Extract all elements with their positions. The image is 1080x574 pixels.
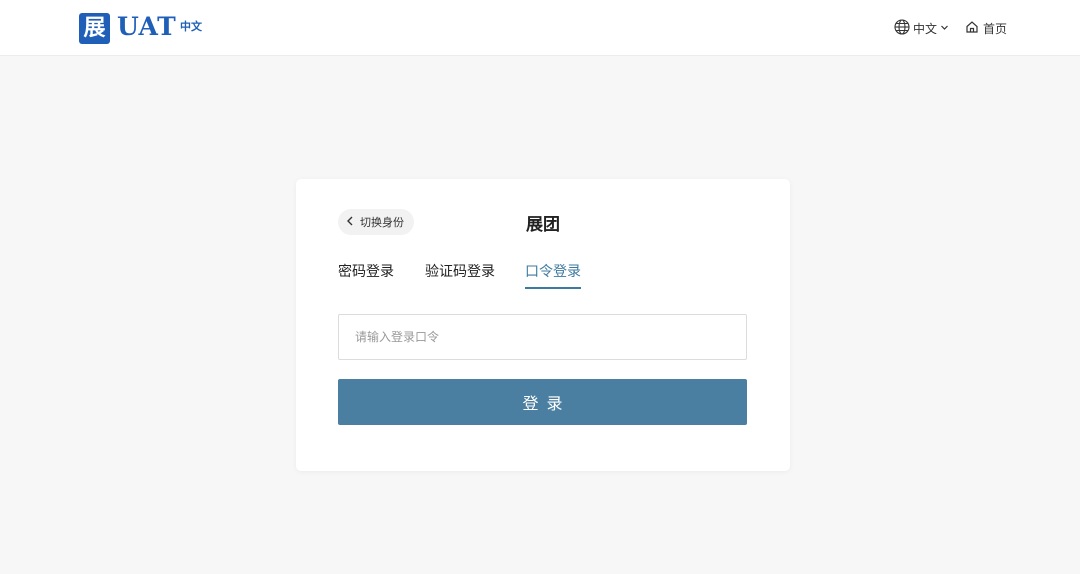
passphrase-input[interactable] xyxy=(338,314,747,360)
home-label: 首页 xyxy=(983,21,1008,36)
language-switcher[interactable]: 中文 xyxy=(894,18,949,38)
logo-subtitle: 中文 xyxy=(180,20,202,33)
login-card: 切换身份 展团 密码登录 验证码登录 口令登录 登录 xyxy=(296,179,790,471)
top-header: 展 UAT 中文 中文 首页 xyxy=(0,0,1080,56)
logo-mark[interactable]: 展 xyxy=(79,13,110,44)
chevron-down-icon xyxy=(940,21,949,35)
logo-text[interactable]: UAT xyxy=(117,12,176,41)
home-icon xyxy=(965,20,979,37)
login-title: 展团 xyxy=(526,215,560,235)
tab-password-login[interactable]: 密码登录 xyxy=(338,261,394,289)
globe-icon xyxy=(894,18,910,38)
tab-sms-code-login[interactable]: 验证码登录 xyxy=(425,261,495,289)
language-label: 中文 xyxy=(913,21,938,36)
login-submit-button[interactable]: 登录 xyxy=(338,379,747,425)
tab-passphrase-login[interactable]: 口令登录 xyxy=(525,261,581,289)
home-link[interactable]: 首页 xyxy=(965,19,1007,37)
